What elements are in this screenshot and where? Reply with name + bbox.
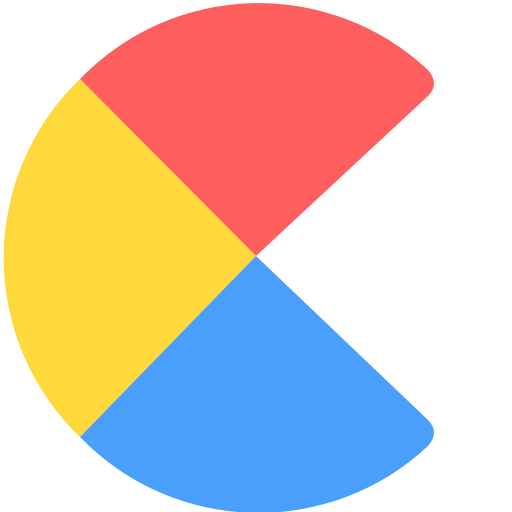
c-shaped-logo-icon: [3, 3, 434, 512]
logo-canvas: [0, 0, 512, 512]
